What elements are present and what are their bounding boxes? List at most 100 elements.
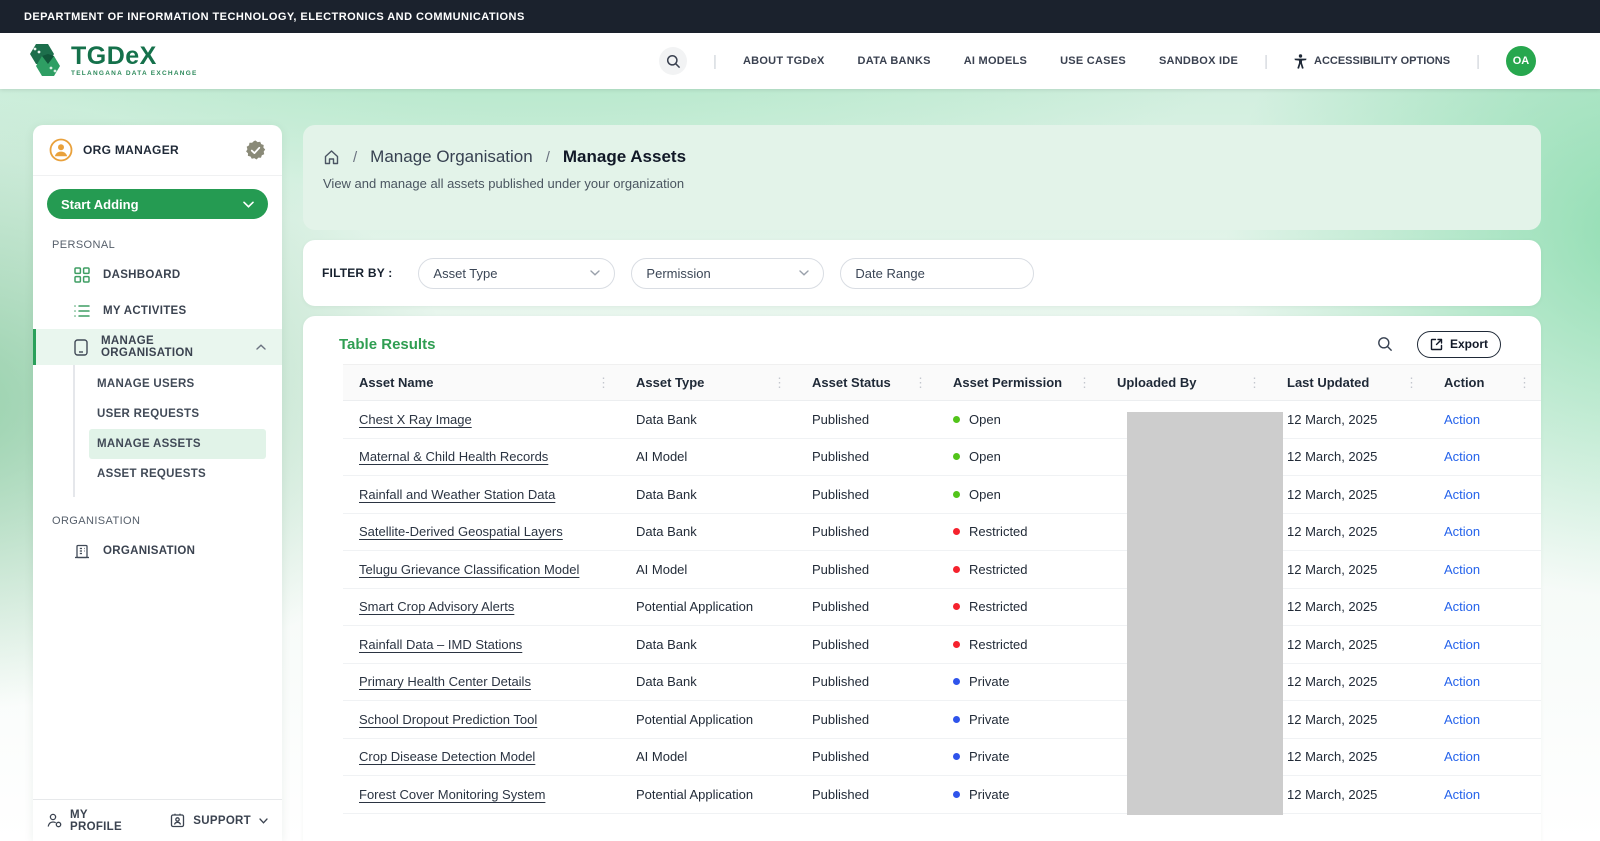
asset-name-link[interactable]: Telugu Grievance Classification Model (359, 562, 579, 577)
row-action-link[interactable]: Action (1444, 487, 1480, 502)
column-menu-icon[interactable]: ⋮ (1078, 375, 1091, 391)
asset-type-cell: AI Model (620, 438, 796, 476)
permission-label: Open (969, 412, 1001, 427)
sidebar-subitem-user-requests[interactable]: USER REQUESTS (89, 399, 266, 429)
sidebar-item-dashboard[interactable]: DASHBOARD (33, 257, 282, 293)
asset-type-cell: Data Bank (620, 401, 796, 439)
last-updated-cell: 12 March, 2025 (1271, 476, 1428, 514)
asset-status-cell: Published (796, 513, 937, 551)
permission-dot (953, 753, 960, 760)
column-menu-icon[interactable]: ⋮ (1405, 375, 1418, 391)
nav-data-banks[interactable]: DATA BANKS (858, 55, 931, 67)
breadcrumb-manage-assets: Manage Assets (563, 147, 686, 167)
sidebar-subitem-manage-users[interactable]: MANAGE USERS (89, 369, 266, 399)
row-action-link[interactable]: Action (1444, 412, 1480, 427)
my-profile-link[interactable]: MY PROFILE (47, 809, 132, 833)
breadcrumb-manage-organisation[interactable]: Manage Organisation (370, 147, 533, 167)
sidebar-item-my-activities[interactable]: MY ACTIVITES (33, 293, 282, 329)
accessibility-options-button[interactable]: ACCESSIBILITY OPTIONS (1294, 54, 1450, 69)
asset-name-link[interactable]: Crop Disease Detection Model (359, 749, 535, 764)
sidebar-subitem-asset-requests[interactable]: ASSET REQUESTS (89, 459, 266, 489)
column-menu-icon[interactable]: ⋮ (597, 375, 610, 391)
asset-name-link[interactable]: School Dropout Prediction Tool (359, 712, 537, 727)
main-content: / Manage Organisation / Manage Assets Vi… (303, 125, 1541, 841)
row-action-link[interactable]: Action (1444, 562, 1480, 577)
filter-by-label: FILTER BY : (322, 266, 392, 280)
nav-sandbox-ide[interactable]: SANDBOX IDE (1159, 55, 1238, 67)
column-menu-icon[interactable]: ⋮ (1248, 375, 1261, 391)
assets-table: Asset Name ⋮ Asset Type ⋮ Asset Status ⋮… (343, 364, 1541, 814)
my-profile-label: MY PROFILE (70, 809, 132, 833)
asset-type-cell: Potential Application (620, 588, 796, 626)
site-header: TGDeX TELANGANA DATA EXCHANGE | ABOUT TG… (0, 33, 1600, 89)
last-updated-cell: 12 March, 2025 (1271, 701, 1428, 739)
asset-permission-cell: Restricted (937, 588, 1101, 626)
permission-dropdown[interactable]: Permission (631, 258, 824, 289)
sidebar-item-manage-organisation[interactable]: MANAGE ORGANISATION (33, 329, 282, 365)
asset-name-link[interactable]: Smart Crop Advisory Alerts (359, 599, 514, 614)
uploaded-by-redaction-block (1127, 412, 1283, 815)
sidebar-item-organisation[interactable]: ORGANISATION (33, 533, 282, 569)
row-action-link[interactable]: Action (1444, 524, 1480, 539)
building-icon (74, 543, 90, 559)
sidebar-subitem-manage-assets[interactable]: MANAGE ASSETS (89, 429, 266, 459)
home-icon[interactable] (323, 149, 340, 166)
asset-name-link[interactable]: Chest X Ray Image (359, 412, 472, 427)
row-action-link[interactable]: Action (1444, 599, 1480, 614)
chevron-up-icon (256, 344, 266, 350)
asset-status-cell: Published (796, 401, 937, 439)
chevron-down-icon (799, 270, 809, 276)
date-range-placeholder: Date Range (855, 266, 924, 281)
permission-dot (953, 791, 960, 798)
table-row: Satellite-Derived Geospatial Layers Data… (343, 513, 1541, 551)
asset-type-cell: Data Bank (620, 513, 796, 551)
chevron-down-icon (259, 818, 268, 824)
accessibility-icon (1294, 54, 1307, 69)
last-updated-cell: 12 March, 2025 (1271, 738, 1428, 776)
row-action-link[interactable]: Action (1444, 674, 1480, 689)
support-label: SUPPORT (193, 815, 251, 827)
chevron-down-icon (243, 201, 254, 208)
date-range-input[interactable]: Date Range (840, 258, 1034, 289)
nav-ai-models[interactable]: AI MODELS (964, 55, 1027, 67)
column-header-label: Asset Type (636, 375, 704, 390)
nav-use-cases[interactable]: USE CASES (1060, 55, 1126, 67)
start-adding-button[interactable]: Start Adding (47, 189, 268, 219)
asset-name-link[interactable]: Forest Cover Monitoring System (359, 787, 545, 802)
start-adding-label: Start Adding (61, 197, 139, 212)
asset-name-link[interactable]: Primary Health Center Details (359, 674, 531, 689)
last-updated-cell: 12 March, 2025 (1271, 513, 1428, 551)
asset-name-link[interactable]: Satellite-Derived Geospatial Layers (359, 524, 563, 539)
support-link[interactable]: SUPPORT (170, 813, 268, 828)
column-header: Action ⋮ (1428, 365, 1541, 401)
row-action-link[interactable]: Action (1444, 449, 1480, 464)
export-button[interactable]: Export (1417, 331, 1501, 358)
asset-name-link[interactable]: Maternal & Child Health Records (359, 449, 548, 464)
row-action-link[interactable]: Action (1444, 637, 1480, 652)
table-search-button[interactable] (1377, 336, 1393, 352)
header-search-button[interactable] (659, 47, 687, 75)
row-action-link[interactable]: Action (1444, 712, 1480, 727)
column-header-label: Asset Status (812, 375, 891, 390)
permission-dot (953, 603, 960, 610)
asset-name-link[interactable]: Rainfall Data – IMD Stations (359, 637, 522, 652)
sidebar: ORG MANAGER Start Adding PERSONAL (33, 125, 282, 841)
row-action-link[interactable]: Action (1444, 749, 1480, 764)
asset-permission-cell: Restricted (937, 551, 1101, 589)
asset-type-dropdown[interactable]: Asset Type (418, 258, 615, 289)
column-menu-icon[interactable]: ⋮ (1518, 375, 1531, 391)
tgdex-logo[interactable]: TGDeX TELANGANA DATA EXCHANGE (24, 42, 198, 80)
last-updated-cell: 12 March, 2025 (1271, 438, 1428, 476)
asset-name-link[interactable]: Rainfall and Weather Station Data (359, 487, 555, 502)
row-action-link[interactable]: Action (1444, 787, 1480, 802)
table-row: Crop Disease Detection Model AI Model Pu… (343, 738, 1541, 776)
column-header-label: Action (1444, 375, 1484, 390)
export-label: Export (1450, 337, 1488, 351)
user-avatar[interactable]: OA (1506, 46, 1536, 76)
asset-status-cell: Published (796, 663, 937, 701)
column-menu-icon[interactable]: ⋮ (914, 375, 927, 391)
nav-about-tgdex[interactable]: ABOUT TGDeX (743, 55, 825, 67)
last-updated-cell: 12 March, 2025 (1271, 588, 1428, 626)
column-menu-icon[interactable]: ⋮ (773, 375, 786, 391)
permission-dot (953, 566, 960, 573)
